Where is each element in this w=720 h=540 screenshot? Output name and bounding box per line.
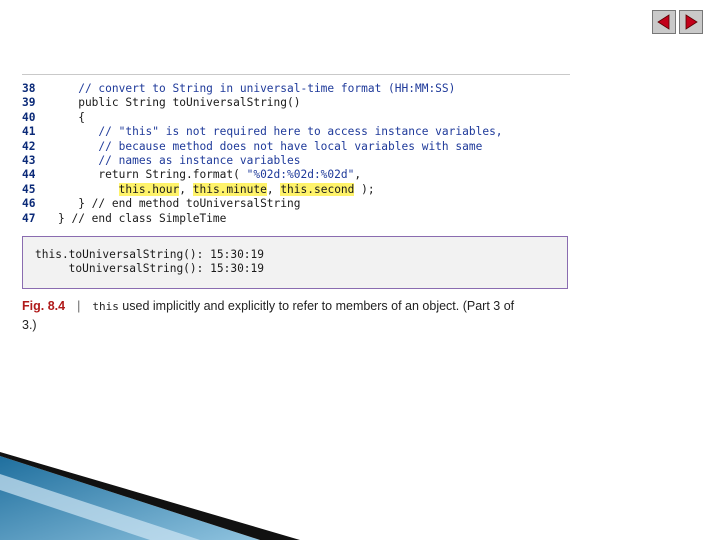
line-number: 44: [22, 168, 36, 182]
code-line: 42 // because method does not have local…: [22, 140, 570, 154]
code-line: 39 public String toUniversalString(): [22, 96, 570, 110]
highlighted-this-hour: this.hour: [118, 182, 180, 196]
slide-navigation: [652, 10, 703, 34]
line-number: 40: [22, 110, 36, 124]
code-text: // names as instance variables: [58, 153, 301, 167]
line-number: 43: [22, 153, 36, 167]
code-line: 47 } // end class SimpleTime: [22, 212, 570, 226]
line-number: 39: [22, 96, 36, 110]
code-listing: 38 // convert to String in universal-tim…: [22, 82, 570, 226]
line-number: 45: [22, 182, 36, 196]
caption-separator: |: [77, 299, 81, 313]
line-number: 41: [22, 125, 36, 139]
code-punctuation: ,: [266, 182, 281, 196]
code-punctuation: ,: [354, 168, 362, 182]
slide-decoration: [0, 452, 300, 540]
code-line: 41 // "this" is not required here to acc…: [22, 125, 570, 139]
output-line: this.toUniversalString(): 15:30:19: [35, 248, 265, 261]
line-number: 38: [22, 82, 36, 95]
next-slide-button[interactable]: [679, 10, 703, 34]
code-punctuation: );: [354, 182, 375, 196]
code-return-statement: return String.format(: [58, 168, 247, 182]
program-output-box: this.toUniversalString(): 15:30:19 toUni…: [22, 236, 568, 289]
code-line: 43 // names as instance variables: [22, 154, 570, 168]
triangle-right-icon: [685, 14, 698, 30]
code-text: public String toUniversalString(): [58, 96, 301, 110]
code-text: } // end class SimpleTime: [58, 211, 227, 225]
code-line: 40 {: [22, 111, 570, 125]
code-text: this.hour, this.minute, this.second );: [58, 182, 375, 197]
caption-code-word: this: [92, 300, 119, 313]
highlighted-this-minute: this.minute: [192, 182, 267, 196]
line-number: 42: [22, 139, 36, 153]
code-text: // convert to String in universal-time f…: [58, 82, 456, 95]
output-line: toUniversalString(): 15:30:19: [35, 262, 265, 275]
code-text: } // end method toUniversalString: [58, 197, 301, 211]
code-punctuation: ,: [179, 182, 193, 196]
code-text: {: [58, 110, 85, 124]
code-top-rule: [22, 74, 570, 75]
highlighted-this-second: this.second: [280, 182, 355, 196]
code-text: return String.format( "%02d:%02d:%02d",: [58, 168, 361, 182]
triangle-left-icon: [657, 14, 670, 30]
previous-slide-button[interactable]: [652, 10, 676, 34]
line-number: 46: [22, 197, 36, 211]
code-text: // "this" is not required here to access…: [58, 125, 503, 139]
line-number: 47: [22, 211, 36, 225]
code-line: 46 } // end method toUniversalString: [22, 197, 570, 211]
format-string: "%02d:%02d:%02d": [246, 168, 355, 182]
figure-caption: Fig. 8.4 | this used implicitly and explic…: [22, 297, 522, 335]
code-line: 38 // convert to String in universal-tim…: [22, 82, 570, 96]
code-line: 45 this.hour, this.minute, this.second )…: [22, 182, 570, 197]
figure-label: Fig. 8.4: [22, 299, 66, 313]
code-text: // because method does not have local va…: [58, 139, 483, 153]
code-line: 44 return String.format( "%02d:%02d:%02d…: [22, 168, 570, 182]
